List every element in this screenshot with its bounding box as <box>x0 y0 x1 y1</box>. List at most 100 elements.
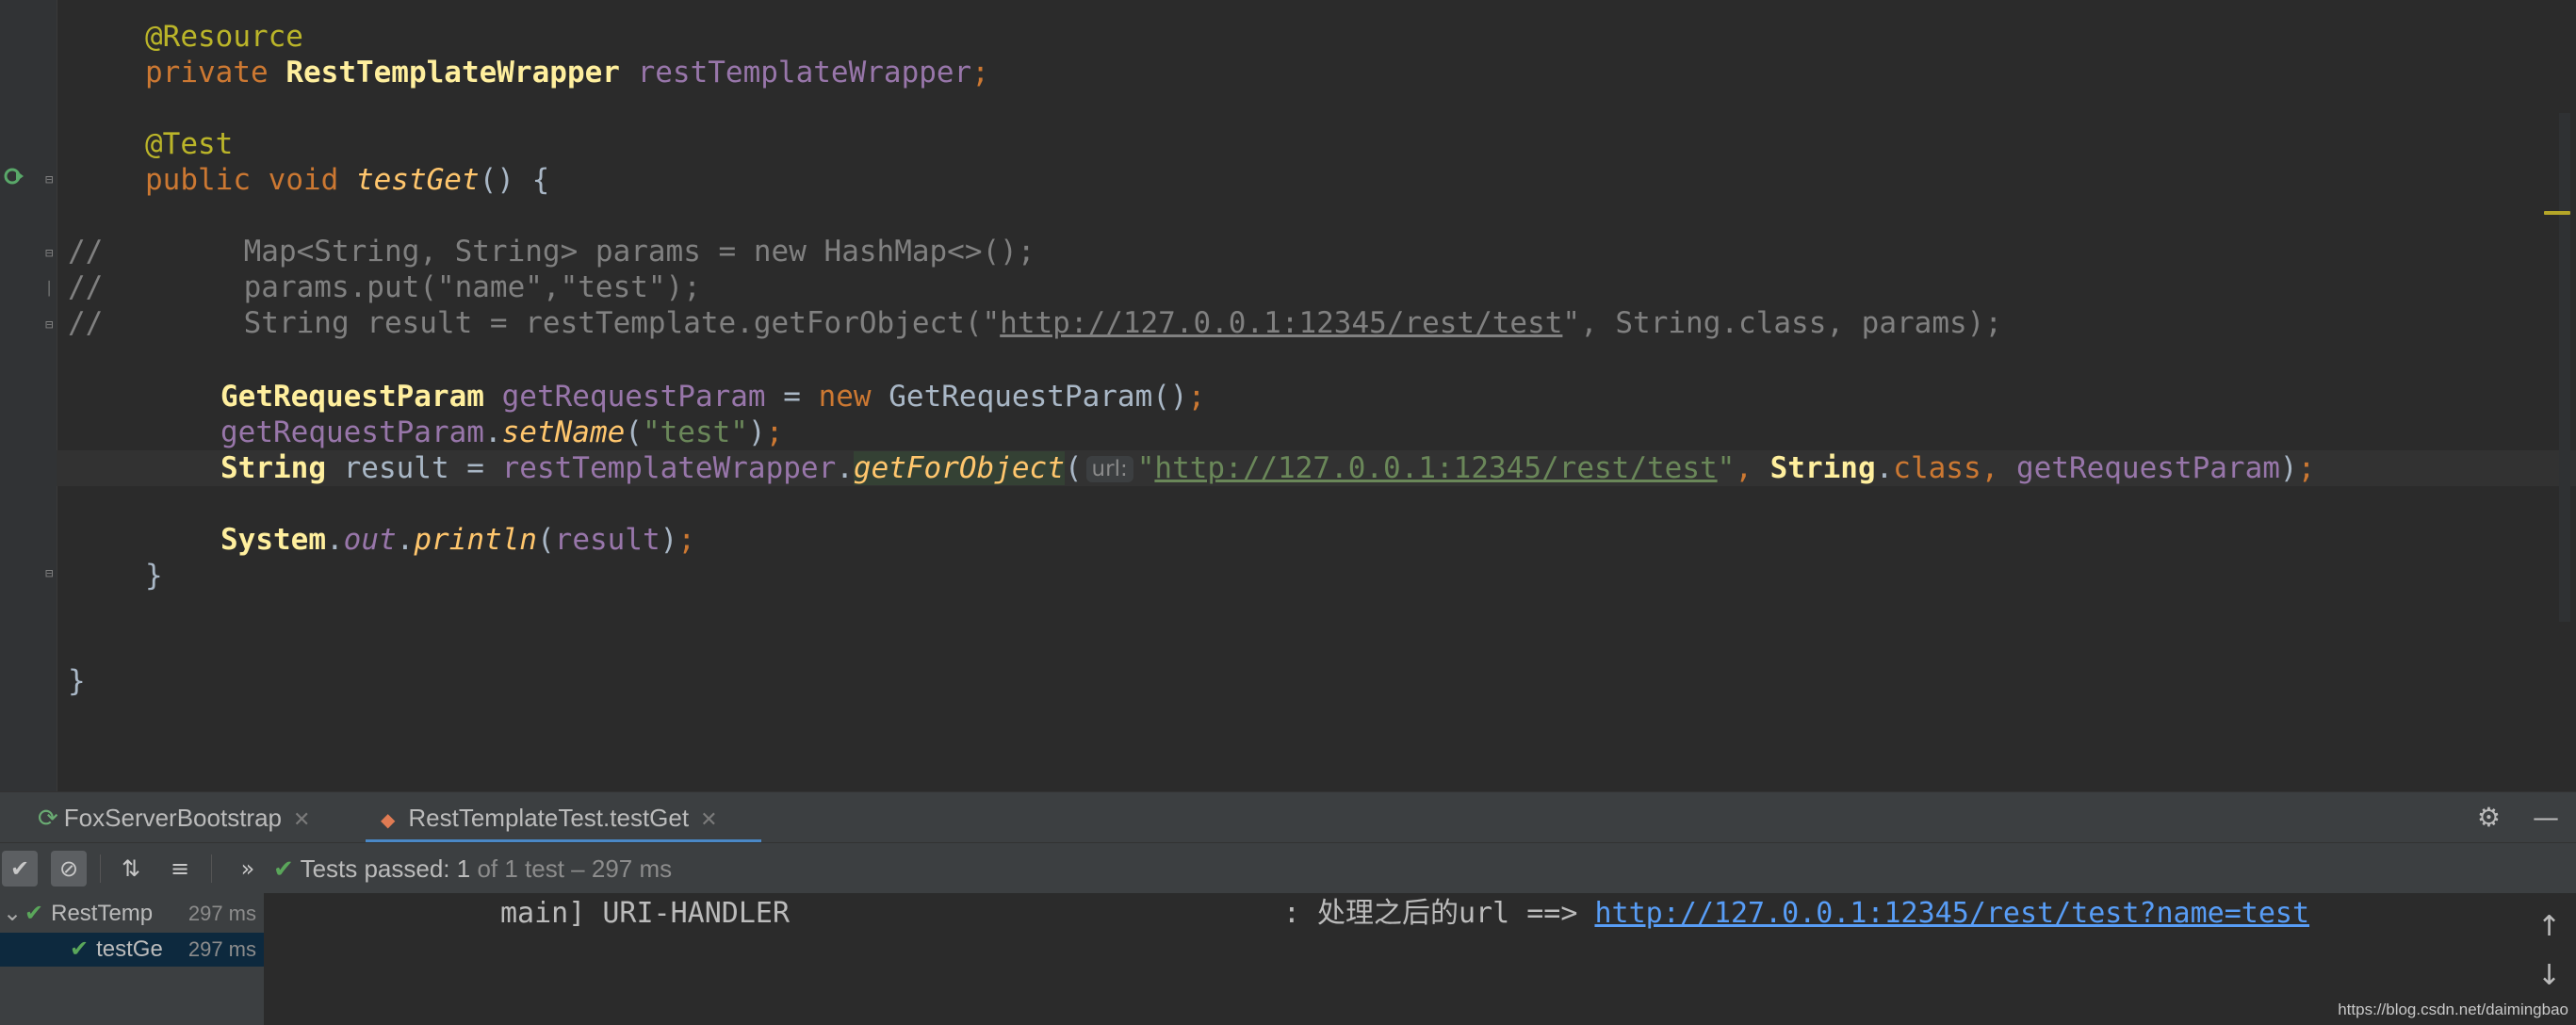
check-icon: ✔ <box>9 855 30 882</box>
semicolon: ; <box>1187 380 1206 414</box>
test-status: ✔ Tests passed: 1 of 1 test – 297 ms <box>273 843 672 894</box>
fold-icon[interactable]: ⊟ <box>45 318 58 332</box>
code-editor[interactable]: ⊟ ⊟ │ ⊟ ⊟ @Resource private RestTemplate… <box>0 0 2576 791</box>
code-text: = <box>765 380 819 414</box>
comment-line[interactable]: // Map<String, String> params = new Hash… <box>68 234 1035 269</box>
string-literal: " <box>1717 451 1736 485</box>
code-line[interactable]: } <box>145 558 163 594</box>
variable-name: getRequestParam <box>2015 451 2280 485</box>
run-test-gutter-icon[interactable] <box>4 166 24 187</box>
tab-label: RestTemplateTest.testGet <box>408 804 690 832</box>
type-name: System <box>220 523 326 557</box>
keyword: class <box>1893 451 1981 485</box>
keyword: public <box>145 163 251 197</box>
more-actions-button[interactable]: » <box>230 851 266 887</box>
arrow-down-icon[interactable]: ↓ <box>2537 952 2561 1001</box>
ignored-icon: ⊘ <box>58 855 79 882</box>
code-text: ) <box>660 523 678 557</box>
code-text: ( <box>536 523 555 557</box>
code-line[interactable]: System.out.println(result); <box>220 522 695 558</box>
string-literal: " <box>1136 451 1155 485</box>
console-output[interactable]: main] URI-HANDLER : 处理之后的url ==> http://… <box>265 893 2576 1025</box>
variable-name: result <box>554 523 660 557</box>
status-detail: of 1 test – 297 ms <box>470 854 673 883</box>
tab-resttemplatetest[interactable]: ◆ RestTemplateTest.testGet ✕ <box>381 792 718 843</box>
show-passed-toggle[interactable]: ✔ <box>2 851 38 887</box>
tab-foxserverbootstrap[interactable]: ⟳ FoxServerBootstrap ✕ <box>38 792 310 843</box>
fold-icon[interactable]: ⊟ <box>45 173 58 187</box>
code-line[interactable]: } <box>68 663 86 699</box>
hide-icon[interactable]: — <box>2533 802 2559 833</box>
warning-stripe-marker[interactable] <box>2544 211 2570 215</box>
spring-boot-icon: ⟳ <box>38 804 58 832</box>
test-duration: 297 ms <box>187 902 256 925</box>
console-url-link[interactable]: http://127.0.0.1:12345/rest/test?name=te… <box>1594 897 2309 930</box>
tree-node-suite[interactable]: ⌄ ✔ RestTemp 297 ms <box>0 897 264 931</box>
url-link[interactable]: http://127.0.0.1:12345/rest/test <box>1154 451 1717 485</box>
keyword: private <box>145 56 269 89</box>
semicolon: ; <box>677 523 695 557</box>
variable-name: getRequestParam <box>220 415 484 449</box>
sort-alphabetically-button[interactable]: ⇅ <box>113 851 149 887</box>
sort-duration-icon: ≡ <box>170 855 190 882</box>
show-ignored-toggle[interactable]: ⊘ <box>51 851 87 887</box>
parameter-hint: url: <box>1085 456 1133 482</box>
semicolon: ; <box>971 56 989 89</box>
fold-line-icon: │ <box>45 282 54 297</box>
sort-by-duration-button[interactable]: ≡ <box>162 851 198 887</box>
editor-gutter[interactable]: ⊟ ⊟ │ ⊟ ⊟ <box>0 0 57 791</box>
code-line[interactable]: GetRequestParam getRequestParam = new Ge… <box>220 379 1205 415</box>
keyword: new <box>818 380 872 414</box>
close-icon[interactable]: ✕ <box>293 807 310 831</box>
check-icon: ✔ <box>24 901 44 926</box>
arrow-up-icon[interactable]: ↑ <box>2537 903 2561 952</box>
comment-url-link[interactable]: http://127.0.0.1:12345/rest/test <box>1000 306 1562 340</box>
fold-icon[interactable]: ⊟ <box>45 567 58 580</box>
code-line[interactable]: String result = restTemplateWrapper.getF… <box>220 450 2315 486</box>
field-name: restTemplateWrapper <box>637 56 972 89</box>
test-runner-toolbar: ✔ ⊘ ⇅ ≡ » ✔ Tests passed: 1 of 1 test – … <box>0 842 2576 895</box>
code-line[interactable]: public void testGet() { <box>145 162 549 198</box>
code-line[interactable]: getRequestParam.setName("test"); <box>220 415 783 450</box>
type-name: String <box>220 451 326 485</box>
test-results-tree[interactable]: ⌄ ✔ RestTemp 297 ms ✔ testGe 297 ms <box>0 893 265 1025</box>
variable-name: getRequestParam <box>501 380 766 414</box>
code-line[interactable]: @Resource <box>145 19 303 55</box>
comment-text: // Map<String, String> params = new Hash… <box>68 235 1035 268</box>
gear-icon[interactable]: ⚙ <box>2477 802 2501 833</box>
code-text: , <box>1735 451 1770 485</box>
annotation: @Test <box>145 127 234 161</box>
method-name: setName <box>501 415 626 449</box>
keyword: void <box>268 163 339 197</box>
chevron-down-icon[interactable]: ⌄ <box>0 897 24 931</box>
code-line[interactable]: private RestTemplateWrapper restTemplate… <box>145 55 989 90</box>
comment-line[interactable]: // params.put("name","test"); <box>68 269 701 305</box>
comment-text: // String result = restTemplate.getForOb… <box>68 306 1001 340</box>
double-chevron-icon: » <box>240 855 255 882</box>
comment-text: // params.put("name","test"); <box>68 270 701 304</box>
closing-brace: } <box>145 559 163 593</box>
code-text: , <box>1981 451 2016 485</box>
tab-label: FoxServerBootstrap <box>63 804 283 832</box>
constructor-name: GetRequestParam <box>871 380 1153 414</box>
code-line[interactable]: @Test <box>145 126 233 162</box>
type-name: String <box>1769 451 1876 485</box>
tree-node-label: RestTemp <box>51 901 154 926</box>
method-name: testGet <box>355 163 480 197</box>
fold-icon[interactable]: ⊟ <box>45 247 58 260</box>
comment-line[interactable]: // String result = restTemplate.getForOb… <box>68 305 2002 341</box>
code-text: . <box>1875 451 1894 485</box>
console-text: main] URI-HANDLER : 处理之后的url ==> <box>500 897 1595 930</box>
code-text: . <box>483 415 502 449</box>
close-icon[interactable]: ✕ <box>700 807 717 831</box>
sort-alpha-icon: ⇅ <box>121 855 141 882</box>
code-text: result = <box>325 451 502 485</box>
tree-node-test[interactable]: ✔ testGe 297 ms <box>0 933 264 967</box>
code-text: . <box>325 523 344 557</box>
console-scroll-controls: ↑ ↓ <box>2537 903 2561 1001</box>
comment-text: ", String.class, params); <box>1562 306 2002 340</box>
check-icon: ✔ <box>273 854 294 883</box>
code-text: . <box>836 451 854 485</box>
field-name: restTemplateWrapper <box>501 451 837 485</box>
editor-scrollbar[interactable] <box>2559 113 2570 622</box>
